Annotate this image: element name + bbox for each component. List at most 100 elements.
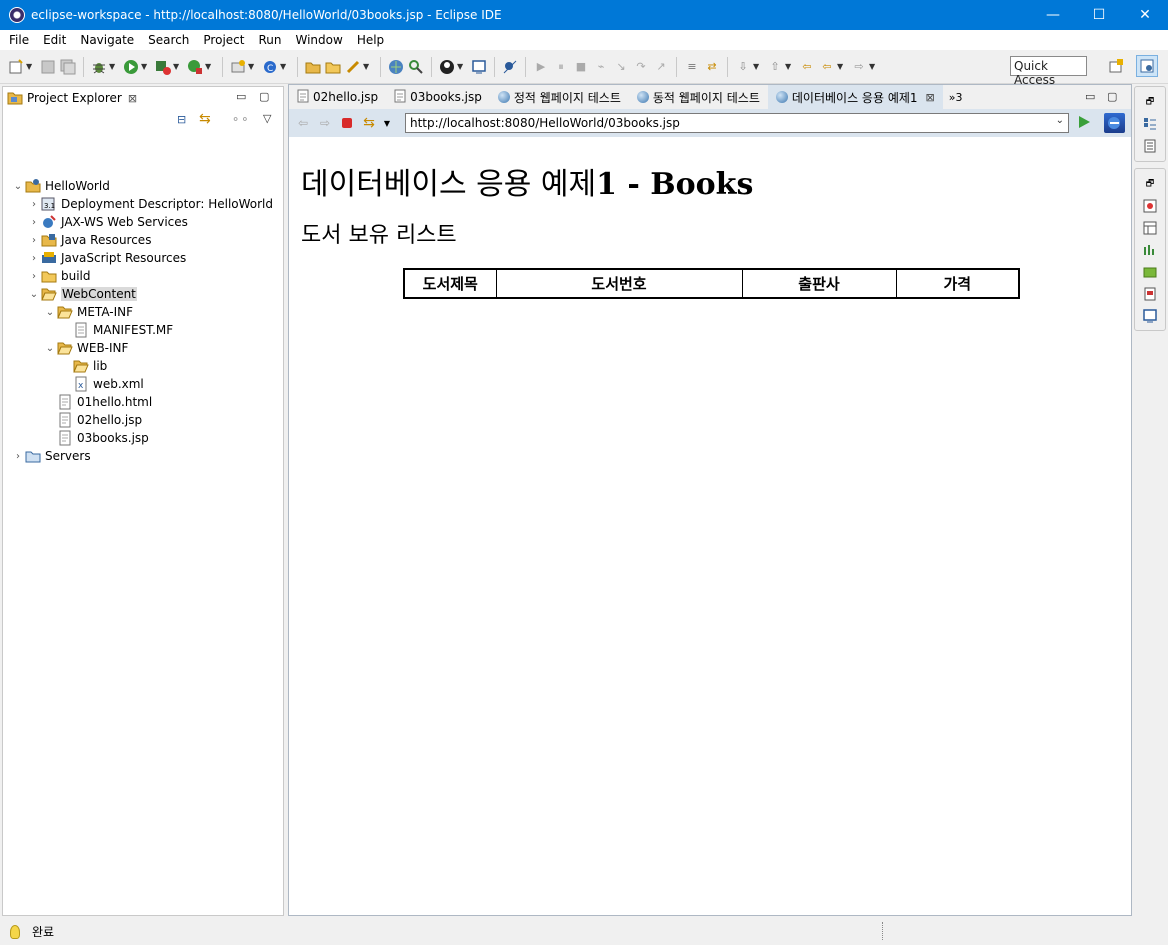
run-server-icon[interactable] [155, 59, 171, 75]
chevron-down-icon[interactable]: ⌄ [43, 343, 57, 354]
forward-icon[interactable]: ⇨ [317, 115, 333, 131]
tree-item-deployment-descriptor-helloworld[interactable]: › 3.1 Deployment Descriptor: HelloWorld [27, 195, 273, 213]
chevron-down-icon[interactable]: ⌄ [1056, 115, 1064, 126]
new-java-class-icon[interactable]: C [262, 59, 278, 75]
tree-item-02hello-jsp[interactable]: 02hello.jsp [43, 411, 142, 429]
step-over-icon[interactable]: ↷ [633, 59, 649, 75]
next-annotation-icon[interactable]: ≡ [684, 59, 700, 75]
tree-item-meta-inf[interactable]: ⌄ META-INF [43, 303, 133, 321]
stop-icon[interactable] [339, 115, 355, 131]
tab-dynamic-web-page-test[interactable]: 동적 웹페이지 테스트 [629, 85, 768, 109]
step-into-icon[interactable]: ↘ [613, 59, 629, 75]
tab-03books-jsp[interactable]: 03books.jsp [386, 85, 490, 109]
debug-icon[interactable] [91, 59, 107, 75]
restore-icon[interactable]: 🗗 [1142, 94, 1158, 110]
task-list-icon[interactable] [1142, 138, 1158, 154]
tab-project-explorer[interactable]: Project Explorer ⊠ [7, 90, 137, 106]
tree-item-web-xml[interactable]: x web.xml [59, 375, 144, 393]
chevron-right-icon[interactable]: › [27, 235, 41, 246]
tree-item-web-inf[interactable]: ⌄ WEB-INF [43, 339, 129, 357]
maximize-button[interactable]: ☐ [1076, 0, 1122, 30]
menu-navigate[interactable]: Navigate [73, 33, 141, 47]
tree-item-01hello-html[interactable]: 01hello.html [43, 393, 152, 411]
user-icon[interactable] [439, 59, 455, 75]
open-task-dropdown-icon[interactable]: ▼ [363, 62, 371, 71]
servers-icon[interactable] [1142, 242, 1158, 258]
new-dropdown-icon[interactable]: ▼ [26, 62, 34, 71]
collapse-all-icon[interactable]: ⊟ [177, 113, 186, 126]
restore-icon[interactable]: 🗗 [1142, 176, 1158, 192]
new-java-class-dropdown-icon[interactable]: ▼ [280, 62, 288, 71]
menu-help[interactable]: Help [350, 33, 391, 47]
tree-item-lib[interactable]: lib [59, 357, 107, 375]
menu-search[interactable]: Search [141, 33, 196, 47]
filter-icon[interactable]: ⚬⚬ [231, 113, 249, 126]
tree-item-servers[interactable]: › Servers [11, 447, 91, 465]
minimize-view-icon[interactable]: ▭ [236, 90, 246, 103]
disconnect-icon[interactable]: ⌁ [593, 59, 609, 75]
chevron-down-icon[interactable]: ⌄ [43, 307, 57, 318]
external-browser-icon[interactable] [1104, 113, 1125, 133]
properties-icon[interactable] [1142, 220, 1158, 236]
close-icon[interactable]: ⊠ [926, 91, 935, 104]
tree-item-helloworld[interactable]: ⌄ HelloWorld [11, 177, 110, 195]
chevron-right-icon[interactable]: › [27, 271, 41, 282]
console-icon[interactable] [1142, 308, 1158, 324]
console-icon[interactable] [471, 59, 487, 75]
run-icon[interactable] [123, 59, 139, 75]
maximize-editor-icon[interactable]: ▢ [1107, 90, 1117, 103]
forward-icon[interactable]: ⇨ [851, 59, 867, 75]
previous-edit-dropdown-icon[interactable]: ▼ [785, 62, 793, 71]
previous-edit-icon[interactable]: ⇧ [767, 59, 783, 75]
web-browser-icon[interactable] [388, 59, 404, 75]
forward-dropdown-icon[interactable]: ▼ [869, 62, 877, 71]
chevron-right-icon[interactable]: › [11, 451, 25, 462]
last-edit-icon[interactable]: ⇦ [799, 59, 815, 75]
minimize-editor-icon[interactable]: ▭ [1085, 90, 1095, 103]
menu-file[interactable]: File [2, 33, 36, 47]
back-icon[interactable]: ⇦ [295, 115, 311, 131]
close-icon[interactable]: ⊠ [128, 92, 137, 105]
chevron-down-icon[interactable]: ⌄ [11, 181, 25, 192]
resume-icon[interactable]: ▶ [533, 59, 549, 75]
tree-item-javascript-resources[interactable]: › JavaScript Resources [27, 249, 186, 267]
menu-window[interactable]: Window [288, 33, 349, 47]
new-server-dropdown-icon[interactable]: ▼ [248, 62, 256, 71]
open-resource-icon[interactable] [325, 59, 341, 75]
tree-item-webcontent[interactable]: ⌄ WebContent [27, 285, 137, 303]
menu-project[interactable]: Project [196, 33, 251, 47]
external-tools-icon[interactable] [187, 59, 203, 75]
tab-overflow-button[interactable]: »3 [949, 91, 963, 104]
link-with-editor-icon[interactable]: ⇆ [199, 111, 211, 127]
snippets-icon[interactable] [1142, 286, 1158, 302]
data-source-explorer-icon[interactable] [1142, 264, 1158, 280]
chevron-right-icon[interactable]: › [27, 253, 41, 264]
back-icon[interactable]: ⇦ [819, 59, 835, 75]
tree-item-03books-jsp[interactable]: 03books.jsp [43, 429, 149, 447]
open-type-icon[interactable] [305, 59, 321, 75]
tab-static-web-page-test[interactable]: 정적 웹페이지 테스트 [490, 85, 629, 109]
tree-item-java-resources[interactable]: › Java Resources [27, 231, 151, 249]
new-icon[interactable] [8, 58, 24, 75]
menu-run[interactable]: Run [251, 33, 288, 47]
refresh-icon[interactable]: ⇆ [361, 115, 377, 131]
open-perspective-icon[interactable] [1105, 55, 1127, 77]
search-icon[interactable] [408, 59, 424, 75]
view-menu-icon[interactable]: ▽ [263, 112, 271, 125]
next-edit-icon[interactable]: ⇩ [735, 59, 751, 75]
new-server-icon[interactable] [230, 59, 246, 75]
save-all-icon[interactable] [60, 59, 76, 75]
url-input[interactable]: http://localhost:8080/HelloWorld/03books… [405, 113, 1069, 133]
skip-breakpoints-icon[interactable] [502, 59, 518, 75]
refresh-dropdown-icon[interactable]: ▼ [383, 115, 391, 131]
back-dropdown-icon[interactable]: ▼ [837, 62, 845, 71]
tree-item-manifest-mf[interactable]: MANIFEST.MF [59, 321, 173, 339]
run-dropdown-icon[interactable]: ▼ [141, 62, 149, 71]
tab-02hello-jsp[interactable]: 02hello.jsp [289, 85, 386, 109]
debug-dropdown-icon[interactable]: ▼ [109, 62, 117, 71]
chevron-right-icon[interactable]: › [27, 217, 41, 228]
tree-item-build[interactable]: › build [27, 267, 91, 285]
external-tools-dropdown-icon[interactable]: ▼ [205, 62, 213, 71]
terminate-icon[interactable]: ■ [573, 59, 589, 75]
tree-item-jax-ws-web-services[interactable]: › JAX-WS Web Services [27, 213, 188, 231]
